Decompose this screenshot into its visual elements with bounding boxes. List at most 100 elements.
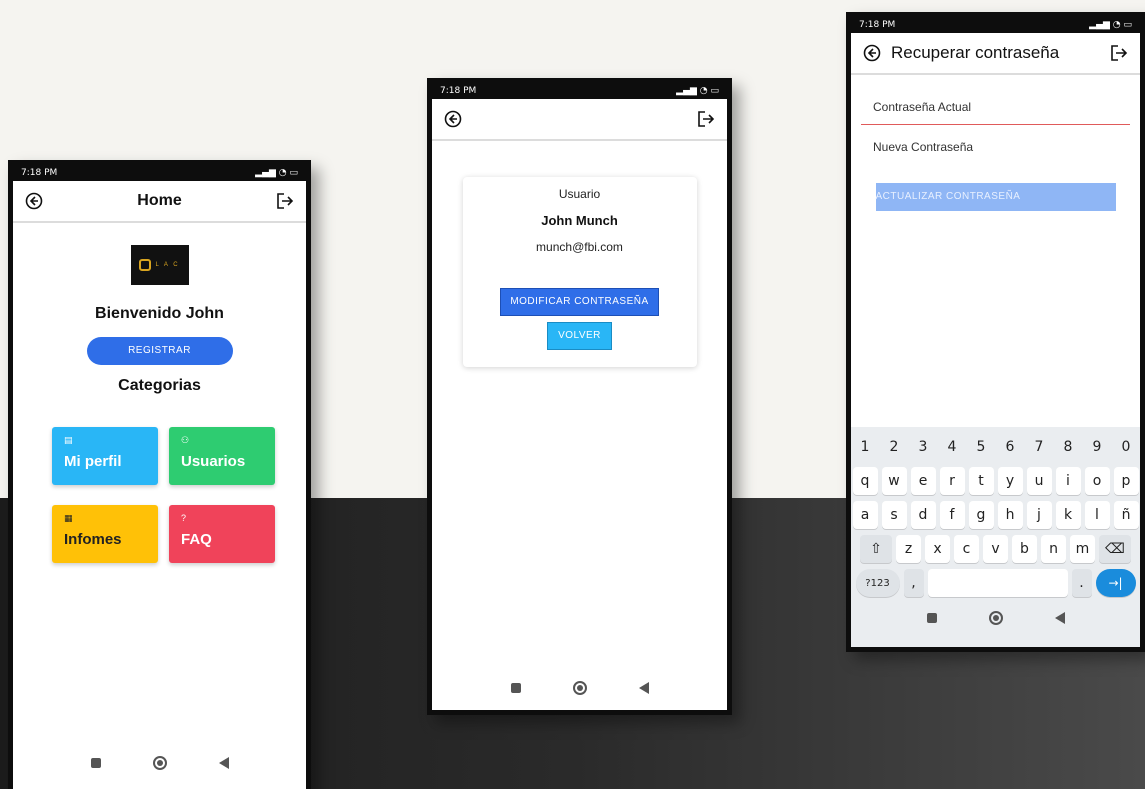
next-key-icon[interactable]: →|	[1095, 569, 1136, 597]
system-nav-bar	[432, 670, 727, 706]
key-4[interactable]: 4	[940, 433, 965, 461]
keyboard-bottom-row: ?123 , . →|	[851, 569, 1140, 597]
key-b[interactable]: b	[1012, 535, 1037, 563]
category-label: Infomes	[64, 531, 122, 548]
logout-icon[interactable]	[695, 108, 717, 130]
key-d[interactable]: d	[910, 501, 936, 529]
new-password-field[interactable]: Nueva Contraseña	[861, 129, 1130, 165]
key-f[interactable]: f	[939, 501, 965, 529]
key-v[interactable]: v	[983, 535, 1008, 563]
status-time: 7:18 PM	[859, 20, 896, 30]
user-email: munch@fbi.com	[536, 240, 623, 254]
on-screen-keyboard: 1234567890 qwertyuiop asdfghjklñ ⇧ zxcvb…	[851, 427, 1140, 647]
logo-text: L A C	[155, 262, 180, 268]
category-label: Usuarios	[181, 453, 246, 470]
keyboard-number-row: 1234567890	[851, 433, 1140, 461]
phone-recover-password-screen: 7:18 PM ▂▄▆ ◔ ▭ Recuperar contraseña Con…	[846, 12, 1145, 652]
back-triangle-icon[interactable]	[218, 757, 229, 769]
key-9[interactable]: 9	[1085, 433, 1110, 461]
app-bar: Home	[13, 181, 306, 223]
key-x[interactable]: x	[925, 535, 950, 563]
symbols-key[interactable]: ?123	[855, 569, 900, 597]
key-2[interactable]: 2	[882, 433, 907, 461]
key-g[interactable]: g	[968, 501, 994, 529]
key-h[interactable]: h	[997, 501, 1023, 529]
back-button[interactable]: VOLVER	[547, 322, 612, 350]
key-j[interactable]: j	[1026, 501, 1052, 529]
key-i[interactable]: i	[1055, 467, 1081, 495]
profile-icon: ▤	[64, 435, 73, 445]
update-password-button[interactable]: ACTUALIZAR CONTRASEÑA	[875, 183, 1116, 211]
key-a[interactable]: a	[852, 501, 878, 529]
page-title: Recuperar contraseña	[891, 43, 1060, 62]
company-logo: L A C	[130, 245, 189, 285]
key-s[interactable]: s	[881, 501, 907, 529]
modify-password-button[interactable]: MODIFICAR CONTRASEÑA	[500, 288, 659, 316]
shift-key-icon[interactable]: ⇧	[860, 535, 892, 563]
status-time: 7:18 PM	[440, 86, 477, 96]
back-triangle-icon[interactable]	[1054, 612, 1065, 624]
category-card-reports[interactable]: ▦ Infomes	[52, 505, 158, 563]
recents-icon[interactable]	[926, 613, 937, 623]
key-3[interactable]: 3	[911, 433, 936, 461]
space-key[interactable]	[927, 569, 1068, 597]
key-5[interactable]: 5	[969, 433, 994, 461]
home-icon[interactable]	[988, 611, 1003, 625]
status-bar: 7:18 PM ▂▄▆ ◔ ▭	[432, 83, 727, 99]
category-card-users[interactable]: ⚇ Usuarios	[169, 427, 275, 485]
key-r[interactable]: r	[939, 467, 965, 495]
key-ñ[interactable]: ñ	[1113, 501, 1139, 529]
question-icon: ?	[181, 513, 187, 523]
comma-key[interactable]: ,	[903, 569, 924, 597]
key-l[interactable]: l	[1084, 501, 1110, 529]
system-nav-bar	[13, 745, 306, 781]
user-label: Usuario	[558, 187, 601, 201]
home-icon[interactable]	[152, 756, 167, 770]
page-title: Home	[137, 192, 182, 209]
home-icon[interactable]	[572, 681, 587, 695]
key-w[interactable]: w	[881, 467, 907, 495]
period-key[interactable]: .	[1071, 569, 1092, 597]
key-7[interactable]: 7	[1027, 433, 1052, 461]
back-circle-icon[interactable]	[23, 190, 45, 212]
key-k[interactable]: k	[1055, 501, 1081, 529]
key-0[interactable]: 0	[1114, 433, 1139, 461]
key-m[interactable]: m	[1070, 535, 1095, 563]
key-p[interactable]: p	[1113, 467, 1139, 495]
category-label: FAQ	[181, 531, 212, 548]
phone-home-screen: 7:18 PM ▂▄▆ ◔ ▭ Home L A C Bienvenido Jo…	[8, 160, 311, 789]
current-password-field[interactable]: Contraseña Actual	[861, 89, 1130, 125]
recents-icon[interactable]	[90, 758, 101, 768]
back-circle-icon[interactable]	[861, 42, 883, 64]
key-u[interactable]: u	[1026, 467, 1052, 495]
key-o[interactable]: o	[1084, 467, 1110, 495]
key-n[interactable]: n	[1041, 535, 1066, 563]
keyboard-row-3: ⇧ zxcvbnm ⌫	[851, 535, 1140, 563]
key-e[interactable]: e	[910, 467, 936, 495]
register-button[interactable]: REGISTRAR	[86, 337, 233, 365]
key-z[interactable]: z	[896, 535, 921, 563]
users-icon: ⚇	[181, 435, 190, 445]
user-name: John Munch	[541, 213, 618, 228]
key-y[interactable]: y	[997, 467, 1023, 495]
key-8[interactable]: 8	[1056, 433, 1081, 461]
logo-mark-icon	[139, 259, 152, 271]
keyboard-row-3-letters: zxcvbnm	[896, 535, 1095, 563]
key-t[interactable]: t	[968, 467, 994, 495]
status-icons: ▂▄▆ ◔ ▭	[255, 168, 298, 178]
keyboard-row-1: qwertyuiop	[851, 467, 1140, 495]
welcome-text: Bienvenido John	[95, 305, 224, 322]
back-triangle-icon[interactable]	[638, 682, 649, 694]
backspace-key-icon[interactable]: ⌫	[1099, 535, 1131, 563]
category-card-profile[interactable]: ▤ Mi perfil	[52, 427, 158, 485]
key-q[interactable]: q	[852, 467, 878, 495]
logout-icon[interactable]	[274, 190, 296, 212]
logout-icon[interactable]	[1108, 42, 1130, 64]
recents-icon[interactable]	[510, 683, 521, 693]
key-1[interactable]: 1	[853, 433, 878, 461]
key-6[interactable]: 6	[998, 433, 1023, 461]
category-card-faq[interactable]: ? FAQ	[169, 505, 275, 563]
back-circle-icon[interactable]	[442, 108, 464, 130]
categories-heading: Categorias	[118, 377, 201, 394]
key-c[interactable]: c	[954, 535, 979, 563]
